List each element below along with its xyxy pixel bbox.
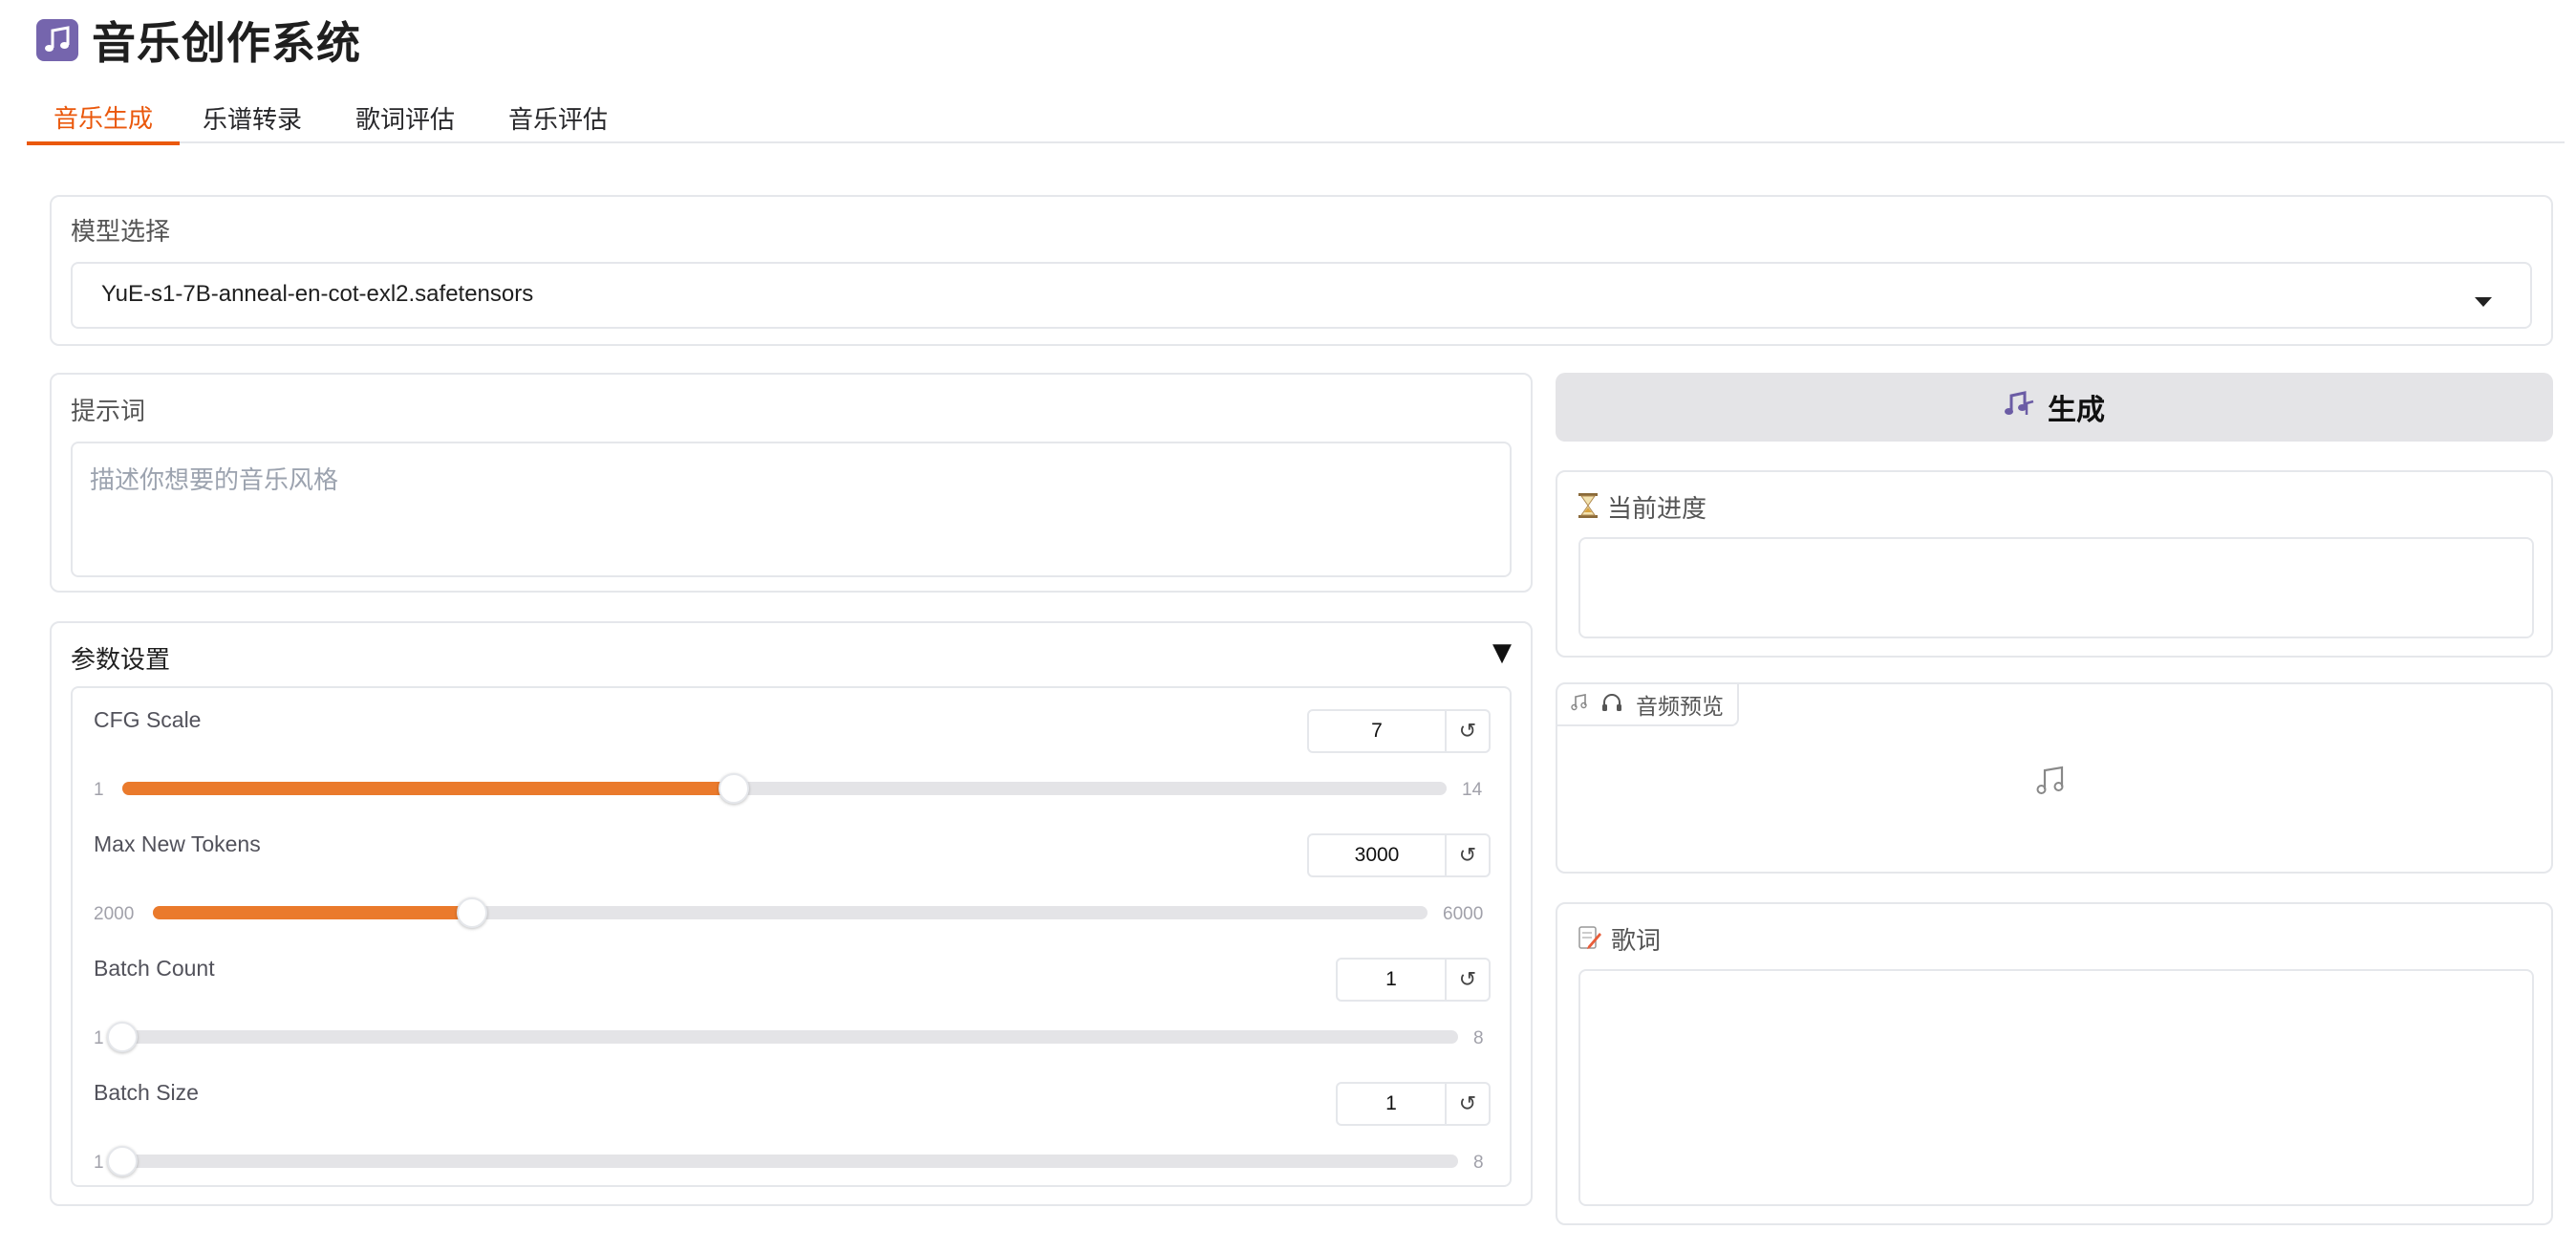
cfg-slider[interactable] [122, 773, 1447, 804]
progress-header: 当前进度 [1578, 489, 1707, 525]
tab-music-evaluation[interactable]: 音乐评估 [491, 92, 625, 143]
prompt-placeholder: 描述你想要的音乐风格 [90, 466, 339, 495]
cfg-min: 1 [94, 780, 104, 800]
batch-count-input[interactable]: 1 [1336, 958, 1447, 1002]
cfg-scale-label: CFG Scale [94, 707, 202, 732]
lyrics-panel: 歌词 [1556, 902, 2553, 1225]
batch-size-slider[interactable] [107, 1146, 1458, 1176]
batch-count-slider[interactable] [107, 1022, 1458, 1052]
max-tokens-label: Max New Tokens [94, 831, 261, 856]
cfg-scale-input[interactable]: 7 [1307, 709, 1447, 753]
progress-label: 当前进度 [1607, 495, 1707, 524]
audio-label-tab: 音频预览 [1557, 684, 1739, 726]
batch-size-label: Batch Size [94, 1080, 199, 1105]
max-tokens-slider-fill [153, 906, 472, 919]
audio-label: 音频预览 [1636, 695, 1724, 720]
chevron-down-icon [2475, 292, 2492, 311]
max-tokens-slider-thumb[interactable] [456, 897, 487, 928]
tab-lyrics-evaluation[interactable]: 歌词评估 [338, 92, 472, 143]
cfg-reset-icon[interactable]: ↺ [1447, 709, 1491, 753]
memo-icon [1578, 925, 1601, 954]
batch-count-max: 8 [1473, 1028, 1484, 1048]
generate-button[interactable]: 生成 [1556, 373, 2553, 442]
max-tokens-min: 2000 [94, 904, 135, 924]
audio-empty-icon [2035, 765, 2066, 799]
cfg-slider-thumb[interactable] [718, 773, 749, 804]
model-select[interactable]: YuE-s1-7B-anneal-en-cot-exl2.safetensors [71, 262, 2532, 329]
lyrics-label: 歌词 [1611, 927, 1662, 956]
collapse-toggle-icon[interactable]: ▼ [1492, 638, 1512, 667]
max-tokens-input[interactable]: 3000 [1307, 833, 1447, 877]
batch-size-reset-icon[interactable]: ↺ [1447, 1082, 1491, 1126]
audio-panel: 音频预览 [1556, 682, 2553, 874]
cfg-max: 14 [1462, 780, 1483, 800]
generate-button-label: 生成 [2048, 394, 2105, 427]
lyrics-output [1578, 969, 2534, 1206]
tab-bar: 音乐生成 乐谱转录 歌词评估 音乐评估 [27, 92, 2565, 145]
music-note-icon [36, 19, 78, 61]
batch-size-max: 8 [1473, 1153, 1484, 1173]
progress-output [1578, 537, 2534, 638]
prompt-panel: 提示词 描述你想要的音乐风格 [50, 373, 1533, 593]
prompt-label: 提示词 [71, 398, 146, 426]
params-title: 参数设置 [71, 646, 171, 675]
model-selected-value: YuE-s1-7B-anneal-en-cot-exl2.safetensors [101, 281, 534, 307]
tab-score-transcription[interactable]: 乐谱转录 [185, 92, 319, 143]
cfg-slider-fill [122, 782, 734, 795]
model-selection-panel: 模型选择 YuE-s1-7B-anneal-en-cot-exl2.safete… [50, 195, 2553, 346]
hourglass-icon [1578, 492, 1598, 522]
progress-panel: 当前进度 [1556, 470, 2553, 658]
batch-count-slider-thumb[interactable] [107, 1022, 138, 1052]
page-title: 音乐创作系统 [92, 17, 361, 69]
max-tokens-slider[interactable] [153, 897, 1428, 928]
max-tokens-reset-icon[interactable]: ↺ [1447, 833, 1491, 877]
batch-size-slider-thumb[interactable] [107, 1146, 138, 1176]
app-header: 音乐创作系统 [36, 10, 361, 71]
model-selection-label: 模型选择 [71, 218, 171, 247]
music-notes-icon [2004, 388, 2034, 426]
batch-size-min: 1 [94, 1153, 104, 1173]
params-panel: 参数设置 ▼ CFG Scale 7 ↺ 1 14 Max New Tokens… [50, 621, 1533, 1206]
batch-count-label: Batch Count [94, 956, 215, 981]
music-note-icon [1571, 694, 1588, 715]
max-tokens-max: 6000 [1443, 904, 1484, 924]
tab-music-generation[interactable]: 音乐生成 [27, 92, 180, 145]
prompt-input[interactable]: 描述你想要的音乐风格 [71, 442, 1512, 577]
batch-size-input[interactable]: 1 [1336, 1082, 1447, 1126]
params-inner: CFG Scale 7 ↺ 1 14 Max New Tokens 3000 ↺… [71, 686, 1512, 1187]
headphones-icon [1601, 693, 1622, 716]
batch-count-reset-icon[interactable]: ↺ [1447, 958, 1491, 1002]
batch-count-min: 1 [94, 1028, 104, 1048]
lyrics-header: 歌词 [1578, 921, 1661, 957]
